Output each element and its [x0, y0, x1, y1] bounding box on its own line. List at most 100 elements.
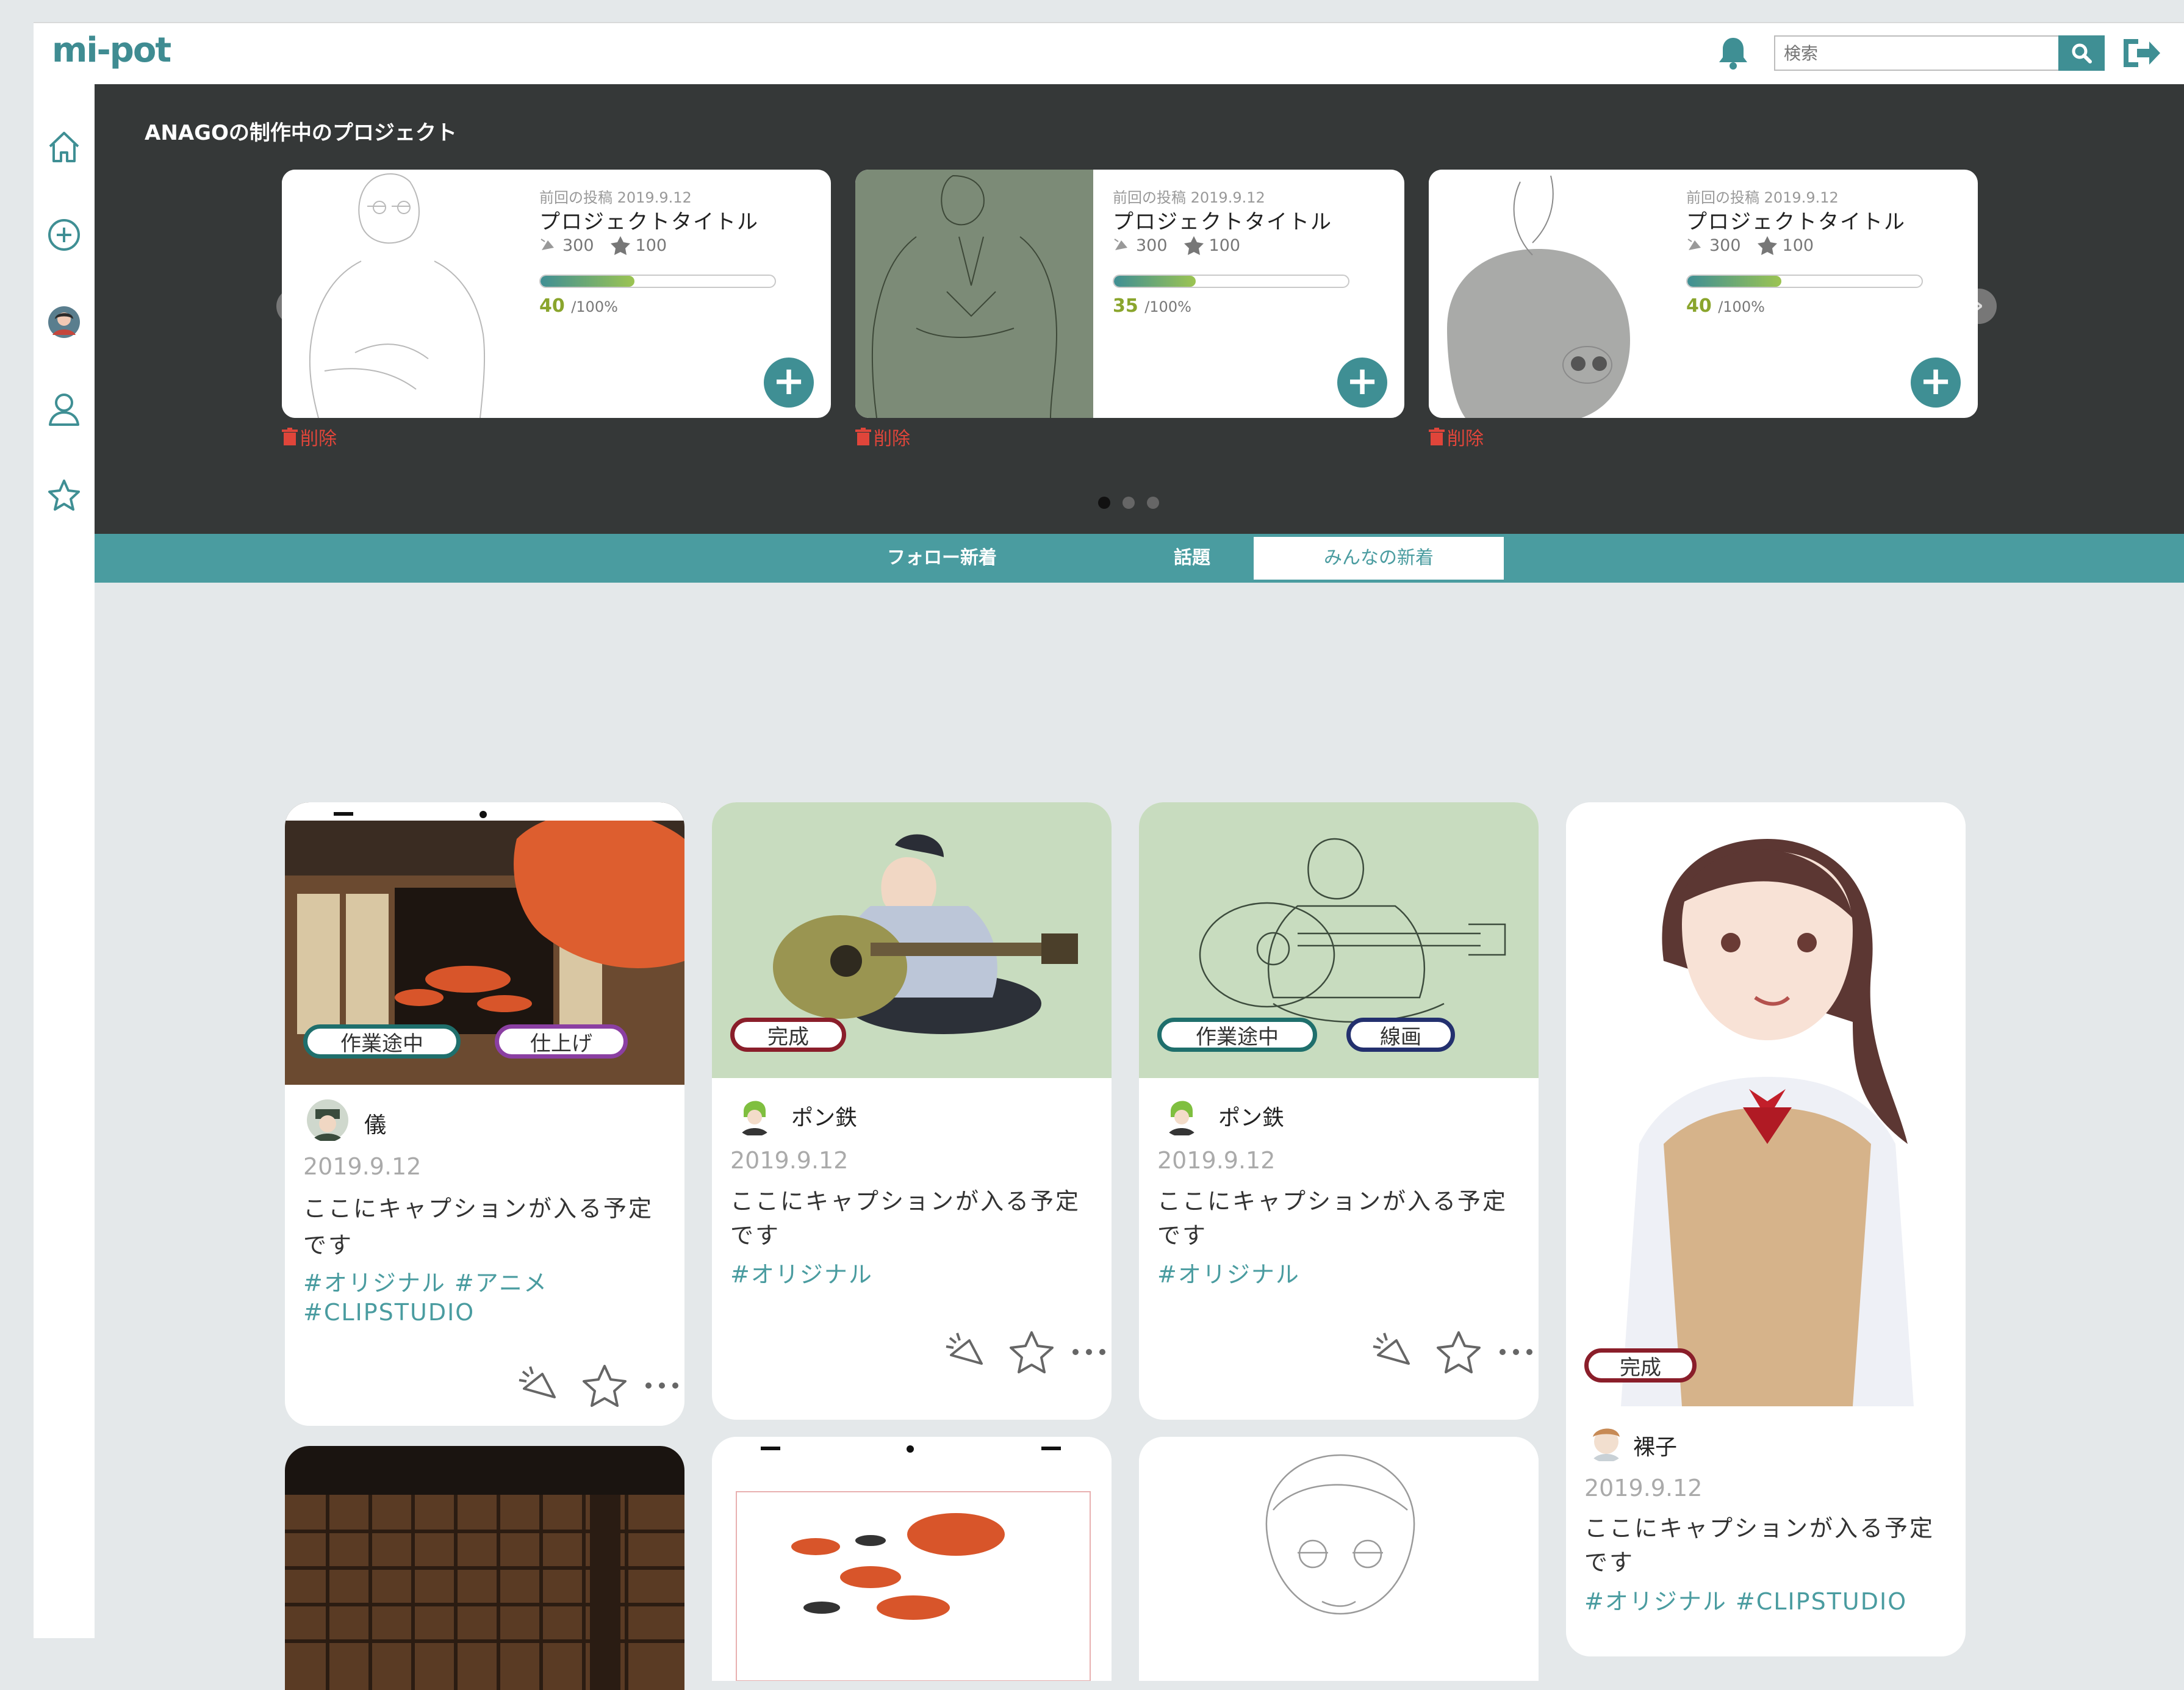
- project-stats: 300 100: [1686, 236, 1814, 255]
- project-like-count: 300: [1136, 236, 1168, 255]
- projects-title: ANAGOの制作中のプロジェクト: [145, 121, 457, 145]
- project-progress-text: 40 /100%: [539, 295, 618, 317]
- post-caption: ここにキャプションが入る予定です: [1584, 1515, 1935, 1576]
- project-last-post-date: 前回の投稿 2019.9.12: [539, 189, 692, 206]
- cheer-icon[interactable]: [944, 1331, 993, 1373]
- post-image[interactable]: [285, 1446, 684, 1690]
- carousel-dot[interactable]: [1098, 497, 1110, 509]
- search-button[interactable]: [2058, 35, 2105, 71]
- status-badge: 作業途中: [1157, 1018, 1317, 1052]
- more-options-icon[interactable]: [644, 1379, 680, 1392]
- trash-icon: [282, 428, 298, 445]
- post-card[interactable]: 完成 ポン鉄 2019.9.12 ここにキャプションが入る予定です #オリジナル: [712, 802, 1112, 1420]
- project-star-count: 100: [1209, 236, 1241, 255]
- star-filled-icon: [1757, 236, 1777, 255]
- project-stats: 300 100: [1113, 236, 1240, 255]
- post-image[interactable]: [1139, 1437, 1539, 1681]
- post-card[interactable]: [712, 1437, 1112, 1681]
- more-options-icon[interactable]: [1071, 1346, 1107, 1358]
- avatar[interactable]: [1160, 1093, 1204, 1137]
- star-filled-icon: [1184, 236, 1204, 255]
- project-last-post-date: 前回の投稿 2019.9.12: [1113, 189, 1265, 206]
- logo[interactable]: mi-pot: [52, 31, 171, 70]
- post-card[interactable]: 作業途中 仕上げ 儀 2019.9.12 ここにキャプションが入る予定です #オ…: [285, 802, 684, 1426]
- tab-follow-new[interactable]: フォロー新着: [817, 534, 1067, 583]
- feed-area: 作業途中 仕上げ 儀 2019.9.12 ここにキャプションが入る予定です #オ…: [95, 583, 2184, 1690]
- avatar[interactable]: [306, 1098, 350, 1142]
- project-progress-bar: [539, 275, 776, 288]
- post-hashtags[interactable]: #オリジナル: [730, 1260, 1096, 1289]
- trash-icon: [1429, 428, 1445, 445]
- more-options-icon[interactable]: [1498, 1346, 1534, 1358]
- username[interactable]: ポン鉄: [1218, 1100, 1284, 1132]
- project-title[interactable]: プロジェクトタイトル: [1113, 205, 1332, 235]
- project-title[interactable]: プロジェクトタイトル: [1686, 205, 1906, 235]
- post-hashtags[interactable]: #オリジナル #アニメ: [303, 1268, 669, 1298]
- tab-everyone-new[interactable]: みんなの新着: [1254, 537, 1504, 580]
- carousel-dot[interactable]: [1147, 497, 1159, 509]
- status-badge: 作業途中: [303, 1024, 461, 1059]
- post-hashtags[interactable]: #オリジナル #CLIPSTUDIO: [1584, 1587, 1950, 1616]
- post-image[interactable]: [712, 1437, 1112, 1681]
- project-thumbnail: [1429, 170, 1667, 418]
- feed-tabs: フォロー新着 話題 みんなの新着: [95, 534, 2184, 583]
- project-star-count: 100: [635, 236, 667, 255]
- project-star-count: 100: [1782, 236, 1814, 255]
- post-hashtags[interactable]: #オリジナル: [1157, 1260, 1523, 1289]
- status-badge: 完成: [730, 1018, 846, 1052]
- add-circle-icon[interactable]: [34, 207, 95, 262]
- project-like-count: 300: [562, 236, 594, 255]
- post-card[interactable]: [285, 1446, 684, 1690]
- username[interactable]: ポン鉄: [791, 1100, 857, 1132]
- bell-icon[interactable]: [1716, 35, 1750, 71]
- project-stats: 300 100: [539, 236, 667, 255]
- post-caption: ここにキャプションが入る予定です: [1157, 1188, 1508, 1249]
- search-icon: [2072, 43, 2092, 63]
- trash-icon: [855, 428, 871, 445]
- username[interactable]: 裸子: [1633, 1429, 1677, 1461]
- post-card[interactable]: 完成 裸子 2019.9.12 ここにキャプションが入る予定です #オリジナル …: [1566, 802, 1966, 1656]
- avatar[interactable]: [733, 1093, 777, 1137]
- star-outline-icon[interactable]: [1008, 1330, 1055, 1374]
- home-icon[interactable]: [34, 120, 95, 174]
- cheer-icon[interactable]: [517, 1364, 566, 1407]
- post-actions: [517, 1364, 680, 1408]
- project-thumbnail: [282, 170, 520, 418]
- project-card[interactable]: 前回の投稿 2019.9.12 プロジェクトタイトル 300 100 40 /1…: [282, 170, 831, 418]
- add-post-button[interactable]: +: [1911, 358, 1961, 408]
- add-post-button[interactable]: +: [764, 358, 814, 408]
- post-caption: ここにキャプションが入る予定です: [303, 1195, 654, 1259]
- add-post-button[interactable]: +: [1337, 358, 1387, 408]
- status-badge: 仕上げ: [495, 1024, 628, 1059]
- profile-icon[interactable]: [34, 382, 95, 437]
- avatar[interactable]: [1584, 1419, 1628, 1462]
- bell-outline-icon: [1687, 239, 1701, 250]
- logout-icon[interactable]: [2120, 34, 2163, 72]
- project-title[interactable]: プロジェクトタイトル: [539, 205, 759, 235]
- post-image[interactable]: [1566, 802, 1966, 1406]
- user-avatar[interactable]: [34, 295, 95, 350]
- carousel-dot[interactable]: [1123, 497, 1135, 509]
- bell-outline-icon: [1114, 239, 1127, 250]
- project-card[interactable]: 前回の投稿 2019.9.12 プロジェクトタイトル 300 100 40 /1…: [1429, 170, 1978, 418]
- star-outline-icon[interactable]: [581, 1364, 628, 1408]
- star-outline-icon[interactable]: [1435, 1330, 1482, 1374]
- post-card[interactable]: [1139, 1437, 1539, 1681]
- username[interactable]: 儀: [364, 1107, 386, 1139]
- bell-outline-icon: [541, 239, 554, 250]
- top-header: mi-pot: [34, 22, 2184, 87]
- post-caption: ここにキャプションが入る予定です: [730, 1188, 1081, 1249]
- post-actions: [944, 1330, 1107, 1374]
- cheer-icon[interactable]: [1371, 1331, 1420, 1373]
- search-input[interactable]: [1774, 35, 2058, 71]
- delete-button[interactable]: 削除: [282, 423, 337, 450]
- star-icon[interactable]: [34, 469, 95, 523]
- project-progress-text: 35 /100%: [1113, 295, 1191, 317]
- delete-button[interactable]: 削除: [855, 423, 910, 450]
- delete-button[interactable]: 削除: [1429, 423, 1484, 450]
- project-card[interactable]: 前回の投稿 2019.9.12 プロジェクトタイトル 300 100 35 /1…: [855, 170, 1404, 418]
- status-badge: 完成: [1584, 1348, 1697, 1383]
- post-hashtags[interactable]: #CLIPSTUDIO: [303, 1298, 669, 1327]
- post-card[interactable]: 作業途中 線画 ポン鉄 2019.9.12 ここにキャプションが入る予定です #…: [1139, 802, 1539, 1420]
- post-date: 2019.9.12: [303, 1153, 422, 1180]
